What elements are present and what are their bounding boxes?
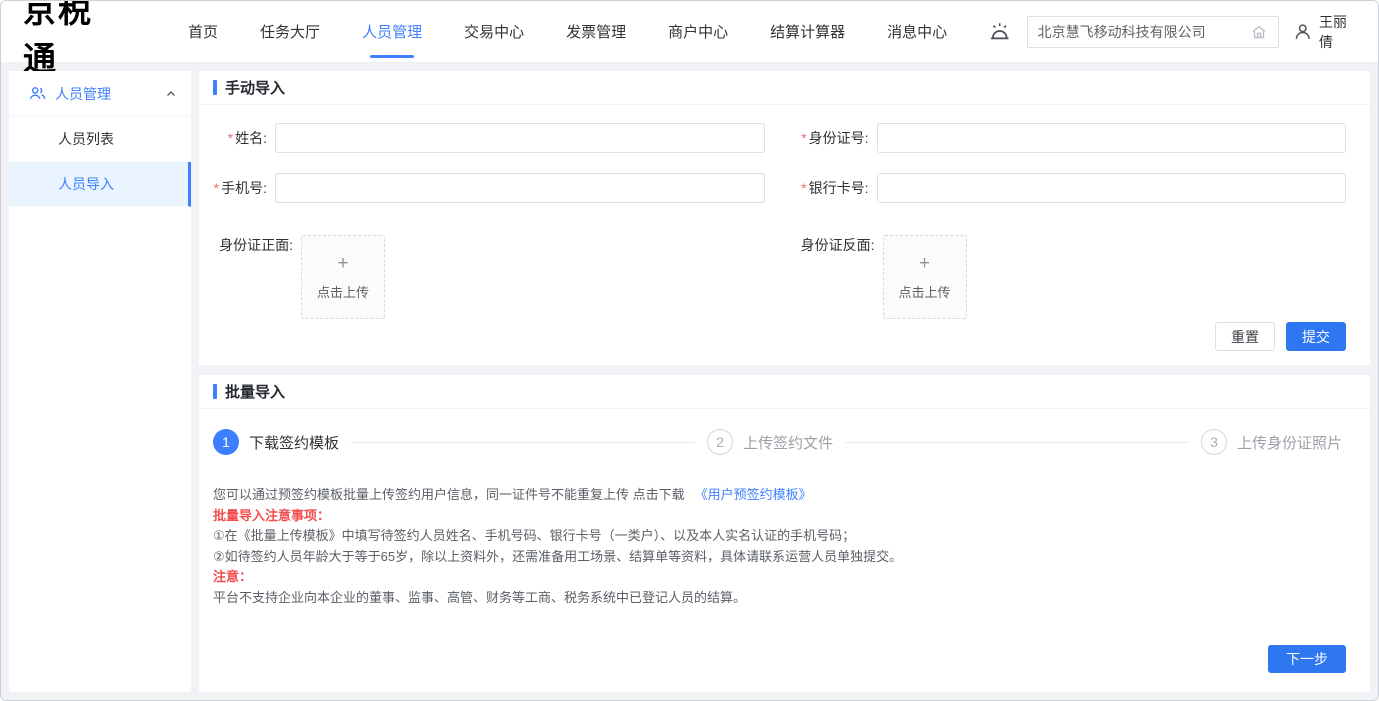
batch-steps: 1 下载签约模板 2 上传签约文件 3 上传身份证照片: [199, 409, 1370, 455]
batch-intro: 您可以通过预签约模板批量上传签约用户信息，同一证件号不能重复上传 点击下载《用户…: [213, 485, 1346, 506]
manual-import-card: 手动导入 *姓名: *身份证号:: [199, 71, 1370, 365]
nav-item-calculator[interactable]: 结算计算器: [768, 12, 847, 52]
batch-description: 您可以通过预签约模板批量上传签约用户信息，同一证件号不能重复上传 点击下载《用户…: [199, 455, 1370, 608]
step-connector: [845, 442, 1189, 443]
submit-button[interactable]: 提交: [1286, 322, 1346, 351]
notice-text: 平台不支持企业向本企业的董事、监事、高管、财务等工商、税务系统中已登记人员的结算…: [213, 588, 1346, 609]
name-input[interactable]: [275, 123, 765, 153]
sidebar-group-label: 人员管理: [55, 84, 111, 104]
required-mark: *: [214, 180, 219, 196]
required-mark: *: [801, 180, 806, 196]
batch-import-title-bar: 批量导入: [199, 375, 1370, 409]
name-label: *姓名:: [209, 128, 275, 148]
chevron-up-icon[interactable]: [165, 88, 177, 100]
upload-row: 身份证正面: + 点击上传 身份证反面: + 点击上传: [199, 223, 1370, 319]
step-label: 上传身份证照片: [1237, 432, 1342, 453]
note-item-2: ②如待签约人员年龄大于等于65岁，除以上资料外，还需准备用工场景、结算单等资料，…: [213, 547, 1346, 568]
id-front-upload[interactable]: + 点击上传: [301, 235, 385, 319]
step-number: 1: [213, 429, 239, 455]
id-back-label: 身份证反面:: [791, 235, 883, 255]
sidebar-item-personnel-import[interactable]: 人员导入: [9, 162, 191, 207]
notice-title: 注意：: [213, 567, 1346, 588]
content-area: 人员管理 人员列表 人员导入 手动导入 *姓名:: [1, 63, 1378, 700]
main-panel: 手动导入 *姓名: *身份证号:: [199, 71, 1370, 692]
step-number: 3: [1201, 429, 1227, 455]
header-right: 北京慧飞移动科技有限公司 王丽倩: [987, 12, 1360, 52]
id-number-label: *身份证号:: [791, 128, 877, 148]
home-icon[interactable]: [1250, 23, 1268, 41]
reset-button[interactable]: 重置: [1215, 322, 1275, 351]
nav-item-personnel[interactable]: 人员管理: [360, 12, 424, 52]
batch-import-card: 批量导入 1 下载签约模板 2 上传签约文件 3 上传身份证照片: [199, 375, 1370, 692]
manual-import-form: *姓名: *身份证号: *手机号:: [199, 105, 1370, 223]
template-download-link[interactable]: 《用户预签约模板》: [695, 487, 812, 502]
person-icon: [1293, 22, 1313, 42]
nav-item-invoice[interactable]: 发票管理: [564, 12, 628, 52]
note-item-1: ①在《批量上传模板》中填写待签约人员姓名、手机号码、银行卡号（一类户）、以及本人…: [213, 526, 1346, 547]
upload-hint: 点击上传: [317, 282, 369, 301]
step-label: 上传签约文件: [743, 432, 833, 453]
nav-item-merchant[interactable]: 商户中心: [666, 12, 730, 52]
people-icon: [29, 85, 46, 102]
step-label: 下载签约模板: [249, 432, 339, 453]
user-name: 王丽倩: [1319, 12, 1360, 52]
bank-card-input[interactable]: [877, 173, 1347, 203]
id-front-label: 身份证正面:: [209, 235, 301, 255]
step-number: 2: [707, 429, 733, 455]
batch-actions: 下一步: [1268, 645, 1346, 673]
manual-import-title: 手动导入: [225, 77, 285, 98]
sidebar-group-personnel[interactable]: 人员管理: [9, 71, 191, 117]
plus-icon: +: [919, 254, 930, 273]
company-selector[interactable]: 北京慧飞移动科技有限公司: [1027, 16, 1280, 48]
id-number-input[interactable]: [877, 123, 1347, 153]
nav-item-task-hall[interactable]: 任务大厅: [258, 12, 322, 52]
plus-icon: +: [337, 254, 348, 273]
main-nav: 首页 任务大厅 人员管理 交易中心 发票管理 商户中心 结算计算器 消息中心: [186, 1, 987, 62]
phone-label: *手机号:: [209, 178, 275, 198]
next-step-button[interactable]: 下一步: [1268, 645, 1346, 673]
step-download-template: 1 下载签约模板: [213, 429, 339, 455]
bank-card-label: *银行卡号:: [791, 178, 877, 198]
siren-notification-icon[interactable]: [987, 19, 1012, 45]
step-upload-id-photos: 3 上传身份证照片: [1201, 429, 1342, 455]
nav-item-home[interactable]: 首页: [186, 12, 220, 52]
top-header: 京税通 首页 任务大厅 人员管理 交易中心 发票管理 商户中心 结算计算器 消息…: [1, 1, 1378, 63]
notes-title: 批量导入注意事项：: [213, 506, 1346, 527]
sidebar: 人员管理 人员列表 人员导入: [9, 71, 191, 692]
nav-item-trade-center[interactable]: 交易中心: [462, 12, 526, 52]
required-mark: *: [801, 130, 806, 146]
step-connector: [351, 442, 695, 443]
user-menu[interactable]: 王丽倩: [1293, 12, 1360, 52]
manual-import-title-bar: 手动导入: [199, 71, 1370, 105]
id-back-upload[interactable]: + 点击上传: [883, 235, 967, 319]
company-name: 北京慧飞移动科技有限公司: [1038, 22, 1206, 42]
nav-item-message-center[interactable]: 消息中心: [885, 12, 949, 52]
app-window: 京税通 首页 任务大厅 人员管理 交易中心 发票管理 商户中心 结算计算器 消息…: [0, 0, 1379, 701]
title-accent-bar: [213, 80, 217, 95]
required-mark: *: [228, 130, 233, 146]
sidebar-item-personnel-list[interactable]: 人员列表: [9, 117, 191, 162]
phone-input[interactable]: [275, 173, 765, 203]
batch-import-title: 批量导入: [225, 381, 285, 402]
upload-hint: 点击上传: [898, 282, 950, 301]
step-upload-file: 2 上传签约文件: [707, 429, 833, 455]
title-accent-bar: [213, 384, 217, 399]
manual-import-actions: 重置 提交: [199, 322, 1370, 365]
